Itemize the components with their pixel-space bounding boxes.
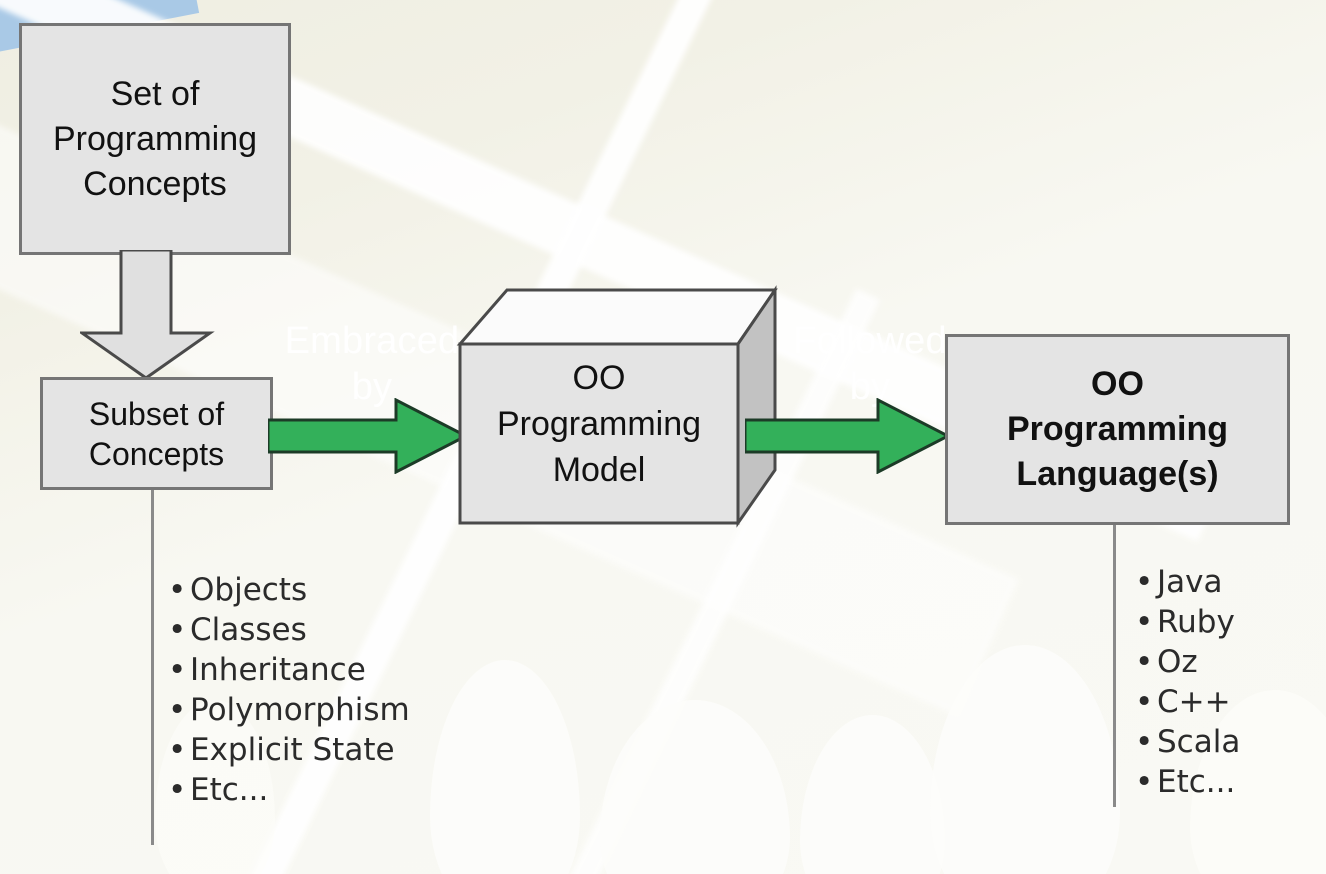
connector-label-embraced-by: Embraced by bbox=[284, 320, 460, 408]
list-concepts: ObjectsClassesInheritancePolymorphismExp… bbox=[168, 570, 410, 810]
connector-line-languages bbox=[1113, 525, 1116, 807]
arrow-followed-by bbox=[745, 398, 950, 474]
list-item: Classes bbox=[168, 610, 410, 650]
list-item: Java bbox=[1135, 562, 1240, 602]
list-languages: JavaRubyOzC++ScalaEtc... bbox=[1135, 562, 1240, 802]
down-arrow-icon bbox=[80, 250, 215, 380]
arrow-embraced-by bbox=[268, 398, 468, 474]
list-item: Oz bbox=[1135, 642, 1240, 682]
list-item: Scala bbox=[1135, 722, 1240, 762]
node-oo-programming-languages: OO Programming Language(s) bbox=[945, 334, 1290, 525]
connector-label-followed-by: Followed by bbox=[793, 320, 947, 408]
connector-line-concepts bbox=[151, 490, 154, 845]
list-item: Etc... bbox=[168, 770, 410, 810]
list-item: Inheritance bbox=[168, 650, 410, 690]
list-item: Etc... bbox=[1135, 762, 1240, 802]
list-item: C++ bbox=[1135, 682, 1240, 722]
list-item: Ruby bbox=[1135, 602, 1240, 642]
list-item: Polymorphism bbox=[168, 690, 410, 730]
node-oo-programming-model-label: OO Programming Model bbox=[496, 359, 702, 489]
node-subset-of-concepts: Subset of Concepts bbox=[40, 377, 273, 490]
slide-canvas: Embraced by Followed by Set of Programmi… bbox=[0, 0, 1326, 874]
list-item: Explicit State bbox=[168, 730, 410, 770]
list-item: Objects bbox=[168, 570, 410, 610]
node-set-of-programming-concepts: Set of Programming Concepts bbox=[19, 23, 291, 255]
